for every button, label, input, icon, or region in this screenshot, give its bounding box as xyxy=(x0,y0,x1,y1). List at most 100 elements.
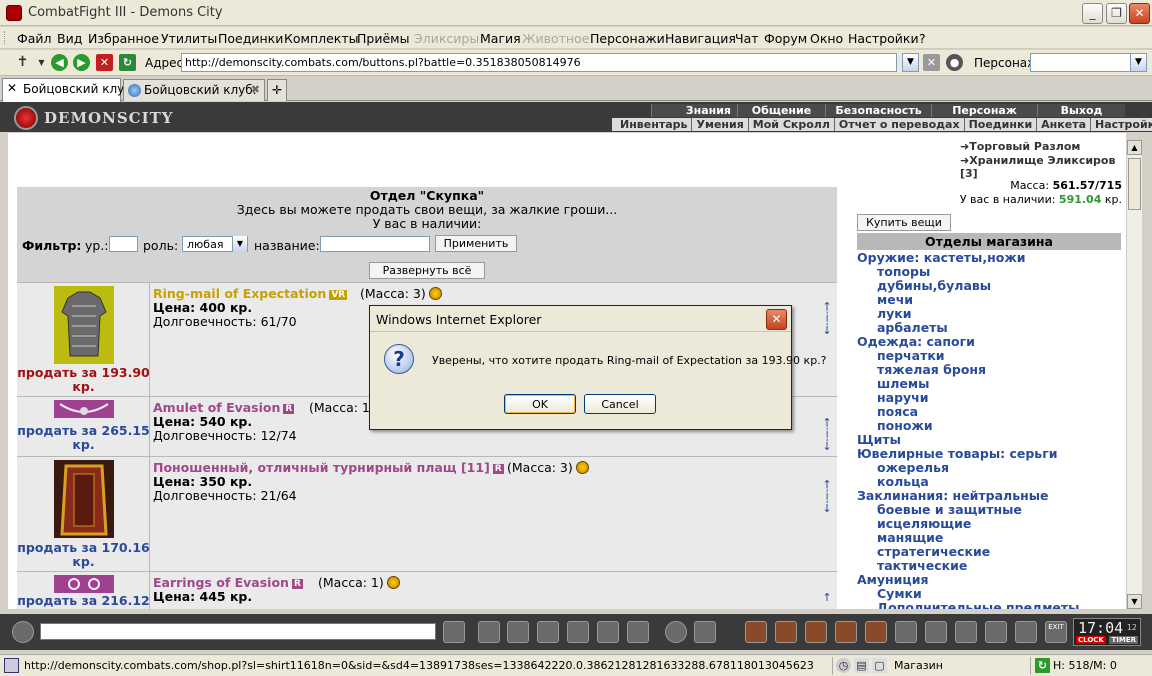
apply-filter-button[interactable]: Применить xyxy=(435,235,517,252)
link-trade-rift[interactable]: ➜Торговый Разлом xyxy=(960,140,1126,153)
item-name[interactable]: Поношенный, отличный турнирный плащ [11]… xyxy=(153,460,504,475)
enter-icon[interactable] xyxy=(443,621,465,643)
page-scrollbar[interactable]: ▲ ▼ xyxy=(1126,140,1142,609)
filter-icon[interactable] xyxy=(507,621,529,643)
clock-tab[interactable]: CLOCK xyxy=(1076,636,1106,644)
scroll-icon[interactable] xyxy=(865,621,887,643)
scroll-thumb[interactable] xyxy=(1128,158,1141,210)
history-icon[interactable]: ◷ xyxy=(836,658,851,673)
tab-close-icon[interactable]: ✖ xyxy=(251,83,260,96)
menu-sets[interactable]: Комплекты xyxy=(284,31,359,46)
back-icon[interactable]: ◀ xyxy=(51,54,68,71)
potion-icon[interactable] xyxy=(805,621,827,643)
menu-help[interactable]: ? xyxy=(919,31,926,46)
menu-chat[interactable]: Чат xyxy=(735,31,759,46)
menu-magic[interactable]: Магия xyxy=(480,31,521,46)
group-icon[interactable] xyxy=(985,621,1007,643)
level-input[interactable] xyxy=(109,236,138,252)
department-item[interactable]: кольца xyxy=(857,475,1121,489)
sell-link[interactable]: продать за 170.16 кр. xyxy=(17,541,150,569)
eraser-icon[interactable] xyxy=(478,621,500,643)
menu-characters[interactable]: Персонажи xyxy=(590,31,665,46)
menu-file[interactable]: Файл xyxy=(17,31,52,46)
nav-exit[interactable]: Выход xyxy=(1037,104,1125,117)
menu-navigation[interactable]: Навигация xyxy=(665,31,736,46)
subnav-inventory[interactable]: Инвентарь xyxy=(616,118,693,131)
castle-icon[interactable] xyxy=(955,621,977,643)
expand-arrows-icon[interactable]: ↑ ┊ ┊ ↓ xyxy=(822,301,832,336)
menu-settings[interactable]: Настройки xyxy=(848,31,919,46)
list-icon[interactable]: ▤ xyxy=(854,658,869,673)
item-name[interactable]: Earrings of Evasion R xyxy=(153,575,303,590)
menu-battles[interactable]: Поединки xyxy=(218,31,283,46)
menu-techniques[interactable]: Приёмы xyxy=(357,31,409,46)
nav-communication[interactable]: Общение xyxy=(737,104,825,117)
address-dropdown-icon[interactable]: ▼ xyxy=(902,53,919,72)
expand-arrows-icon[interactable]: ↑ xyxy=(822,592,832,603)
department-item[interactable]: Амуниция xyxy=(857,573,1121,587)
menu-view[interactable]: Вид xyxy=(57,31,82,46)
expand-arrows-icon[interactable]: ↑ ┊ ┊ ↓ xyxy=(822,417,832,452)
department-item[interactable]: стратегические xyxy=(857,545,1121,559)
department-item[interactable]: Заклинания: нейтральные xyxy=(857,489,1121,503)
department-item[interactable]: Сумки xyxy=(857,587,1121,601)
tab-fight-club-1[interactable]: ✕ Бойцовский клуб xyxy=(2,78,132,102)
document-icon[interactable]: ▢ xyxy=(872,658,887,673)
department-item[interactable]: Щиты xyxy=(857,433,1121,447)
persona-dropdown-icon[interactable]: ▼ xyxy=(1130,53,1147,72)
buy-items-button[interactable]: Купить вещи xyxy=(857,214,951,231)
new-tab-button[interactable]: ✛ xyxy=(267,79,287,101)
department-item[interactable]: шлемы xyxy=(857,377,1121,391)
address-input[interactable] xyxy=(181,53,897,72)
expand-arrows-icon[interactable]: ↑ ┊ ┊ ↓ xyxy=(822,479,832,514)
menu-favorites[interactable]: Избранное xyxy=(88,31,159,46)
department-item[interactable]: Дополнительные предметы xyxy=(857,601,1121,610)
refresh-status-icon[interactable]: ↻ xyxy=(1035,658,1050,673)
department-item[interactable]: мечи xyxy=(857,293,1121,307)
sell-link[interactable]: продать за 265.15 кр. xyxy=(17,424,150,452)
subnav-my-scroll[interactable]: Мой Скролл xyxy=(749,118,835,131)
department-item[interactable]: манящие xyxy=(857,531,1121,545)
subnav-profile[interactable]: Анкета xyxy=(1037,118,1091,131)
mask-icon[interactable] xyxy=(925,621,947,643)
expand-all-button[interactable]: Развернуть всё xyxy=(369,262,485,279)
nav-character[interactable]: Персонаж xyxy=(931,104,1037,117)
tab-fight-club-2[interactable]: Бойцовский клуб. ✖ xyxy=(123,79,265,101)
scroll-down-icon[interactable]: ▼ xyxy=(1127,594,1142,609)
smiley-icon[interactable] xyxy=(665,621,687,643)
link-elixir-storage[interactable]: ➜Хранилище Эликсиров [3] xyxy=(960,154,1126,180)
sell-link[interactable]: продать за 193.90 кр. xyxy=(17,366,150,394)
minimize-button[interactable]: _ xyxy=(1082,3,1103,24)
department-item[interactable]: дубины,булавы xyxy=(857,279,1121,293)
ok-button[interactable]: OK xyxy=(504,394,576,414)
running-man-icon[interactable] xyxy=(567,621,589,643)
subnav-skills[interactable]: Умения xyxy=(692,118,749,131)
pin-icon[interactable]: ✝ xyxy=(14,54,31,71)
helmet-icon[interactable] xyxy=(694,621,716,643)
timer-tab[interactable]: TIMER xyxy=(1109,636,1138,644)
exit-door-icon[interactable]: EXIT xyxy=(1045,621,1067,643)
subnav-battles[interactable]: Поединки xyxy=(965,118,1038,131)
department-item[interactable]: луки xyxy=(857,307,1121,321)
item-name[interactable]: Ring-mail of Expectation VR xyxy=(153,286,348,301)
department-item[interactable]: Оружие: кастеты,ножи xyxy=(857,251,1121,265)
department-item[interactable]: боевые и защитные xyxy=(857,503,1121,517)
name-input[interactable] xyxy=(320,236,430,252)
department-item[interactable]: поножи xyxy=(857,419,1121,433)
dropdown-arrow-icon[interactable]: ▼ xyxy=(33,54,50,71)
department-item[interactable]: тактические xyxy=(857,559,1121,573)
department-item[interactable]: арбалеты xyxy=(857,321,1121,335)
go-icon[interactable]: ✕ xyxy=(923,54,940,71)
department-item[interactable]: тяжелая броня xyxy=(857,363,1121,377)
department-item[interactable]: пояса xyxy=(857,405,1121,419)
item-name[interactable]: Amulet of Evasion R xyxy=(153,400,295,415)
nav-security[interactable]: Безопасность xyxy=(825,104,931,117)
menu-utilities[interactable]: Утилиты xyxy=(161,31,217,46)
users-icon[interactable]: ● xyxy=(946,54,963,71)
sword-strike-icon[interactable] xyxy=(775,621,797,643)
scroll-up-icon[interactable]: ▲ xyxy=(1127,140,1142,155)
persona-select[interactable] xyxy=(1030,53,1146,72)
department-item[interactable]: топоры xyxy=(857,265,1121,279)
subnav-settings[interactable]: Настройки xyxy=(1091,118,1152,131)
department-item[interactable]: Одежда: сапоги xyxy=(857,335,1121,349)
